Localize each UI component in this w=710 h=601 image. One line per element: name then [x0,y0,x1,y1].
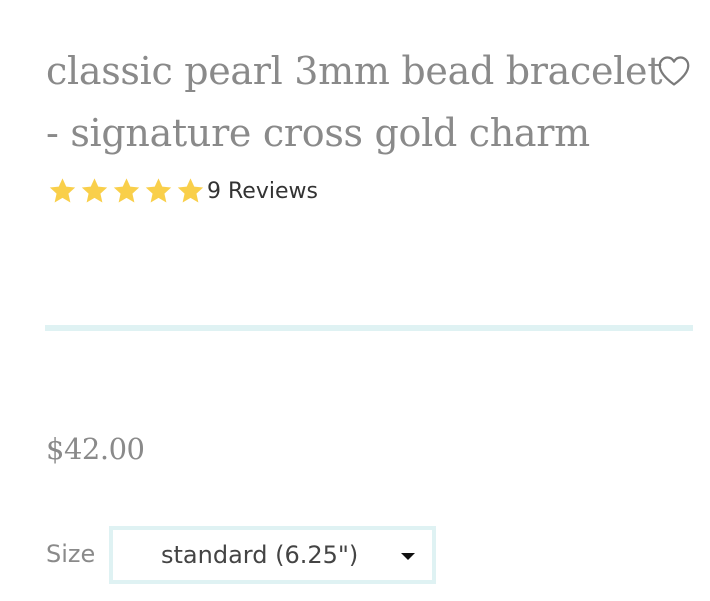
reviews-link[interactable]: 9 Reviews [207,179,318,204]
size-label: Size [46,540,96,568]
caret-down-icon [401,553,415,560]
star-icon [49,177,76,202]
product-title: classic pearl 3mm bead bracelet - signat… [46,40,663,164]
heart-outline-icon [658,56,690,86]
product-price: $42.00 [46,432,145,466]
section-divider [45,325,693,331]
product-title-line-2: - signature cross gold charm [46,111,590,155]
product-title-line-1: classic pearl 3mm bead bracelet [46,49,663,93]
product-rating[interactable]: 9 Reviews [46,174,318,208]
star-icon [145,177,172,202]
size-selected-value: standard (6.25") [161,541,359,569]
wishlist-button[interactable] [654,52,694,90]
size-select[interactable]: standard (6.25") [109,526,436,584]
star-icon [177,177,204,202]
rating-stars [46,176,206,207]
star-icon [113,177,140,202]
star-icon [81,177,108,202]
